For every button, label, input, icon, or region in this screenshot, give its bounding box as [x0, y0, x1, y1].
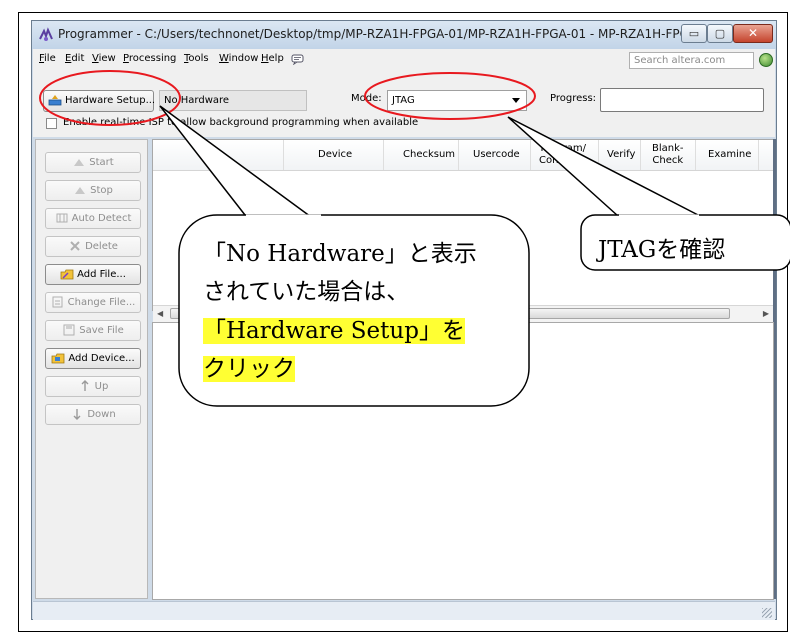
- save-file-icon: [63, 324, 75, 336]
- menu-file[interactable]: File: [39, 53, 56, 64]
- column-program-line1: Program/: [540, 143, 587, 154]
- menu-view[interactable]: View: [92, 53, 116, 64]
- close-button[interactable]: ✕: [733, 24, 773, 43]
- minimize-icon: ▭: [688, 27, 700, 40]
- close-icon: ✕: [747, 26, 759, 40]
- auto-detect-icon: [56, 213, 68, 223]
- save-file-button[interactable]: Save File: [45, 320, 141, 341]
- hardware-status-field: No Hardware: [159, 90, 307, 111]
- stop-button[interactable]: Stop: [45, 180, 141, 201]
- maximize-icon: ▢: [714, 27, 726, 40]
- column-blank-check[interactable]: Blank- Check: [652, 143, 684, 167]
- add-file-button[interactable]: Add File...: [45, 264, 141, 285]
- column-divider[interactable]: [283, 140, 284, 170]
- column-file[interactable]: File: [208, 149, 225, 161]
- start-button[interactable]: Start: [45, 152, 141, 173]
- stop-label: Stop: [90, 185, 113, 196]
- column-divider[interactable]: [695, 140, 696, 170]
- globe-icon[interactable]: [759, 53, 773, 67]
- programmer-app-icon: [39, 27, 53, 41]
- down-button[interactable]: Down: [45, 404, 141, 425]
- column-verify[interactable]: Verify: [607, 149, 635, 161]
- column-blank-line2: Check: [652, 155, 684, 166]
- resize-grip-icon[interactable]: [762, 608, 772, 618]
- add-device-button[interactable]: Add Device...: [45, 348, 141, 369]
- menu-processing[interactable]: Processing: [123, 53, 176, 64]
- title-bar[interactable]: Programmer - C:/Users/technonet/Desktop/…: [32, 21, 776, 49]
- column-program-line2: Configure: [539, 155, 588, 166]
- maximize-button[interactable]: ▢: [707, 24, 733, 43]
- menu-bar: File Edit View Processing Tools Window H…: [33, 49, 775, 72]
- chevron-down-icon: [512, 98, 520, 103]
- progress-bar: [600, 88, 764, 112]
- column-divider[interactable]: [383, 140, 384, 170]
- callout-line-1: 「No Hardware」と表示: [203, 241, 477, 267]
- menu-window[interactable]: Window: [219, 53, 258, 64]
- scroll-right-icon[interactable]: ▶: [763, 309, 769, 318]
- isp-checkbox[interactable]: [46, 118, 57, 129]
- arrow-down-icon: [73, 409, 81, 420]
- start-icon: [74, 159, 85, 166]
- add-device-icon: [51, 353, 65, 364]
- column-program-configure[interactable]: Program/Configure: [539, 143, 587, 167]
- status-bar: [33, 601, 775, 620]
- progress-label: Progress:: [550, 93, 597, 104]
- change-file-label: Change File...: [67, 297, 136, 308]
- column-device[interactable]: Device: [318, 149, 352, 161]
- scroll-left-icon[interactable]: ◀: [157, 309, 163, 318]
- jtag-callout-text: JTAGを確認: [598, 237, 726, 263]
- mode-value: JTAG: [392, 95, 415, 106]
- search-input[interactable]: Search altera.com: [629, 52, 754, 69]
- add-file-icon: [60, 269, 74, 280]
- menu-tools[interactable]: Tools: [184, 53, 209, 64]
- column-divider[interactable]: [530, 140, 531, 170]
- menu-help[interactable]: Help: [261, 53, 284, 64]
- change-file-icon: [52, 296, 63, 308]
- callout-line-2: されていた場合は、: [203, 279, 410, 305]
- window-title: Programmer - C:/Users/technonet/Desktop/…: [58, 27, 721, 41]
- table-header: File Device Checksum Usercode Program/Co…: [153, 140, 773, 171]
- column-divider[interactable]: [758, 140, 759, 170]
- column-divider[interactable]: [598, 140, 599, 170]
- delete-button[interactable]: Delete: [45, 236, 141, 257]
- column-checksum[interactable]: Checksum: [403, 149, 455, 161]
- column-examine[interactable]: Examine: [708, 149, 751, 161]
- stop-icon: [75, 187, 86, 194]
- auto-detect-button[interactable]: Auto Detect: [45, 208, 141, 229]
- down-label: Down: [87, 409, 116, 420]
- isp-checkbox-label[interactable]: Enable real-time ISP to allow background…: [63, 117, 418, 128]
- whats-this-icon[interactable]: [291, 54, 304, 65]
- change-file-button[interactable]: Change File...: [45, 292, 141, 313]
- hardware-setup-label: Hardware Setup...: [65, 95, 156, 106]
- delete-icon: [70, 241, 80, 251]
- auto-detect-label: Auto Detect: [71, 213, 132, 224]
- hardware-setup-button[interactable]: Hardware Setup...: [43, 90, 156, 112]
- minimize-button[interactable]: ▭: [681, 24, 707, 43]
- column-blank-line1: Blank-: [652, 143, 684, 154]
- up-button[interactable]: Up: [45, 376, 141, 397]
- mode-label: Mode:: [351, 93, 382, 104]
- save-file-label: Save File: [79, 325, 124, 336]
- action-panel: Start Stop Auto Detect Delete Add File..…: [35, 139, 148, 599]
- delete-label: Delete: [85, 241, 118, 252]
- column-divider[interactable]: [458, 140, 459, 170]
- start-label: Start: [89, 157, 114, 168]
- callout-highlight-4: クリック: [203, 356, 295, 382]
- hardware-toolbar: Hardware Setup... No Hardware Mode: JTAG…: [33, 71, 775, 137]
- callout-highlight-3: 「Hardware Setup」を: [203, 318, 465, 344]
- add-file-label: Add File...: [77, 269, 126, 280]
- callout-line-3: 「Hardware Setup」を: [203, 311, 465, 345]
- column-divider[interactable]: [640, 140, 641, 170]
- column-usercode[interactable]: Usercode: [473, 149, 520, 161]
- mode-select[interactable]: JTAG: [387, 90, 527, 111]
- menu-edit[interactable]: Edit: [65, 53, 84, 64]
- add-device-label: Add Device...: [68, 353, 135, 364]
- callout-line-4: クリック: [203, 349, 295, 383]
- hardware-setup-icon: [48, 95, 62, 106]
- up-label: Up: [94, 381, 109, 392]
- arrow-up-icon: [81, 380, 89, 391]
